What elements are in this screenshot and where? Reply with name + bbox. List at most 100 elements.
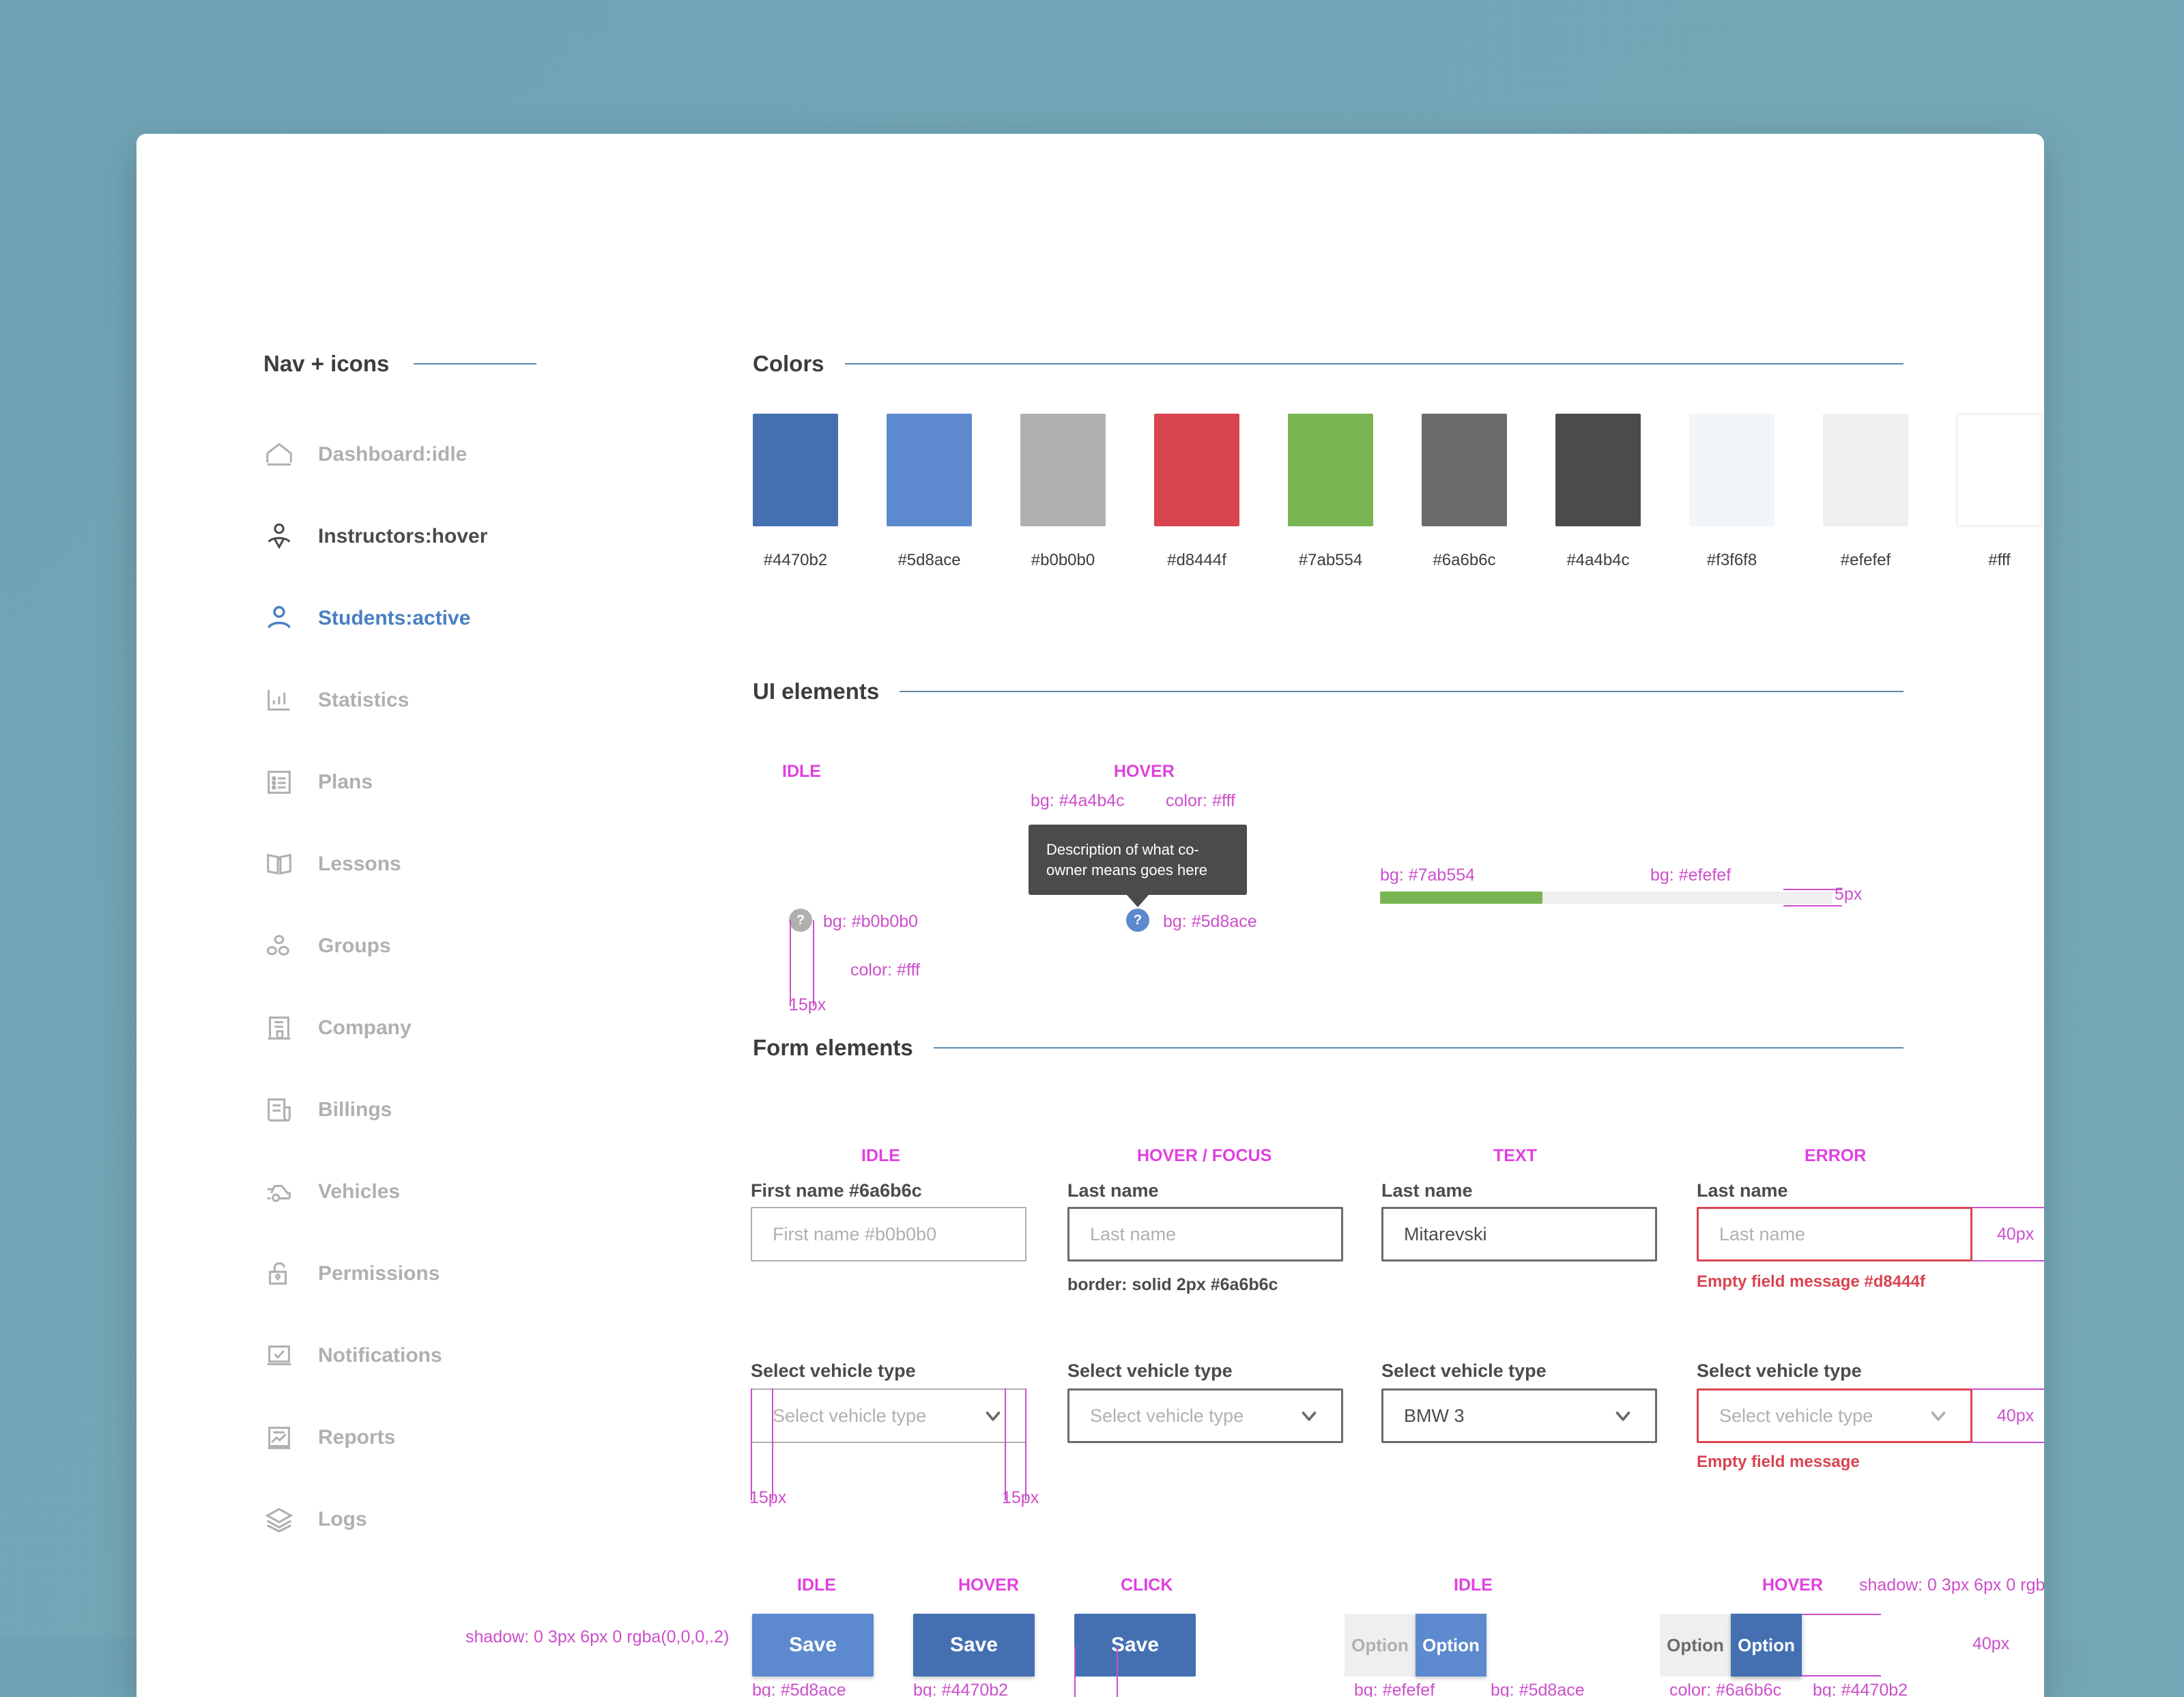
user-icon [263,603,295,634]
layers-icon [263,1504,295,1535]
sidebar-item-label: Reports [318,1426,396,1449]
color-chip [1957,414,2042,526]
color-swatch-row: #4470b2 #5d8ace #b0b0b0 #d8444f #7ab554 … [753,414,2042,570]
sidebar-item-plans[interactable]: Plans [263,741,557,823]
measure-line [1971,1388,2044,1390]
select-vehicle-type-error[interactable]: Select vehicle type [1697,1388,1972,1443]
color-chip [1422,414,1507,526]
color-swatch: #7ab554 [1288,414,1373,570]
ui-elements-section-header: UI elements [753,679,1903,704]
sidebar-item-lessons[interactable]: Lessons [263,823,557,905]
save-button-hover[interactable]: Save [913,1614,1035,1677]
error-input-measure-label: 40px [1997,1225,2035,1244]
select-placeholder: Select vehicle type [773,1405,927,1426]
hover-color-annotation: color: #fff [1166,791,1235,810]
color-chip [1823,414,1908,526]
invoice-icon [263,1094,295,1126]
option-toggle-hover[interactable]: Option Option [1660,1614,1802,1677]
toggle-idle-off-bg-annotation: bg: #efefef [1354,1681,1435,1697]
select-vehicle-type-text[interactable]: BMW 3 [1381,1388,1657,1443]
input-state-error-label: ERROR [1805,1146,1867,1165]
select-placeholder: Select vehicle type [1719,1405,1873,1426]
option-toggle-left[interactable]: Option [1345,1614,1416,1677]
design-system-card: Nav + icons Dashboard:idle Instructors:h… [136,134,2044,1697]
color-code: #4a4b4c [1566,551,1630,569]
input-value: Mitarevski [1404,1223,1487,1244]
button-state-click-label: CLICK [1121,1575,1173,1595]
select-error-message: Empty field message [1697,1453,1860,1471]
tooltip: Description of what co-owner means goes … [1029,825,1247,896]
nav-section-header: Nav + icons [263,351,536,377]
sidebar-item-dashboard[interactable]: Dashboard:idle [263,414,557,496]
sidebar-item-billings[interactable]: Billings [263,1069,557,1151]
last-name-focus-input[interactable]: Last name [1067,1207,1343,1261]
color-swatch: #4470b2 [753,414,838,570]
report-chart-icon [263,1422,295,1453]
section-rule [900,691,1903,692]
option-toggle-right[interactable]: Option [1731,1614,1802,1677]
sidebar-item-vehicles[interactable]: Vehicles [263,1151,557,1233]
last-name-error-input[interactable]: Last name [1697,1207,1972,1261]
select-error-label: Select vehicle type [1697,1360,1862,1381]
first-name-input[interactable]: First name #b0b0b0 [751,1207,1026,1261]
sidebar-item-statistics[interactable]: Statistics [263,659,557,741]
color-code: #4470b2 [763,551,828,569]
measure-line [751,1388,752,1500]
sidebar-item-label: Statistics [318,689,410,711]
measure-line [813,920,814,1006]
color-code: #5d8ace [897,551,961,569]
sidebar-item-label: Vehicles [318,1180,401,1203]
sidebar-item-groups[interactable]: Groups [263,905,557,987]
save-button-idle[interactable]: Save [752,1614,874,1677]
progress-bar-fill [1380,892,1543,904]
last-name-text-input[interactable]: Mitarevski [1381,1207,1657,1261]
color-chip [1689,414,1774,526]
form-elements-section-title: Form elements [753,1035,913,1060]
help-icon-idle[interactable]: ? [789,909,812,932]
color-code: #d8444f [1167,551,1226,569]
sidebar-item-label: Notifications [318,1344,442,1367]
tooltip-hover-state-label: HOVER [1114,762,1175,781]
color-swatch: #b0b0b0 [1020,414,1106,570]
button-state-idle-label: IDLE [797,1575,836,1595]
measure-line [1117,1646,1118,1697]
select-vehicle-type-focus[interactable]: Select vehicle type [1067,1388,1343,1443]
option-toggle-idle[interactable]: Option Option [1345,1614,1486,1677]
select-vehicle-type-idle[interactable]: Select vehicle type [751,1388,1026,1443]
input-placeholder: Last name [1090,1223,1177,1244]
help-glyph: ? [1133,912,1143,928]
building-icon [263,1012,295,1044]
chevron-down-icon [1611,1404,1635,1427]
progress-fill-annotation: bg: #7ab554 [1380,866,1476,885]
sidebar-item-permissions[interactable]: Permissions [263,1233,557,1315]
measure-line [1971,1207,2044,1208]
home-icon [263,439,295,470]
sidebar-item-notifications[interactable]: Notifications [263,1315,557,1397]
toggle-shadow-annotation: shadow: 0 3px 6px 0 rgba(0,0,0,.3) [1859,1575,2044,1595]
sidebar-item-reports[interactable]: Reports [263,1397,557,1479]
border-note: border: solid 2px #6a6b6c [1067,1275,1278,1294]
sidebar-item-label: Groups [318,935,391,957]
select-focus-label: Select vehicle type [1067,1360,1233,1381]
toggle-state-idle-label: IDLE [1454,1575,1493,1595]
color-swatch: #fff [1957,414,2042,570]
select-error-measure-label: 40px [1997,1406,2035,1425]
color-chip [887,414,972,526]
button-shadow-annotation: shadow: 0 3px 6px 0 rgba(0,0,0,.2) [465,1627,730,1646]
measure-line [1074,1646,1076,1697]
option-toggle-left[interactable]: Option [1660,1614,1731,1677]
measure-line [1783,905,1842,907]
sidebar-item-company[interactable]: Company [263,987,557,1069]
sidebar-item-label: Permissions [318,1262,440,1285]
sidebar-item-instructors[interactable]: Instructors:hover [263,496,557,577]
select-text-label: Select vehicle type [1381,1360,1547,1381]
option-toggle-right[interactable]: Option [1416,1614,1486,1677]
save-button-click[interactable]: Save [1074,1614,1196,1677]
sidebar-item-students[interactable]: Students:active [263,577,557,659]
sidebar-item-logs[interactable]: Logs [263,1479,557,1560]
bar-chart-icon [263,685,295,716]
idle-color-annotation: color: #fff [850,960,920,980]
help-icon-hover[interactable]: ? [1126,909,1149,932]
colors-section-title: Colors [753,351,824,376]
sidebar-item-label: Students:active [318,607,471,629]
